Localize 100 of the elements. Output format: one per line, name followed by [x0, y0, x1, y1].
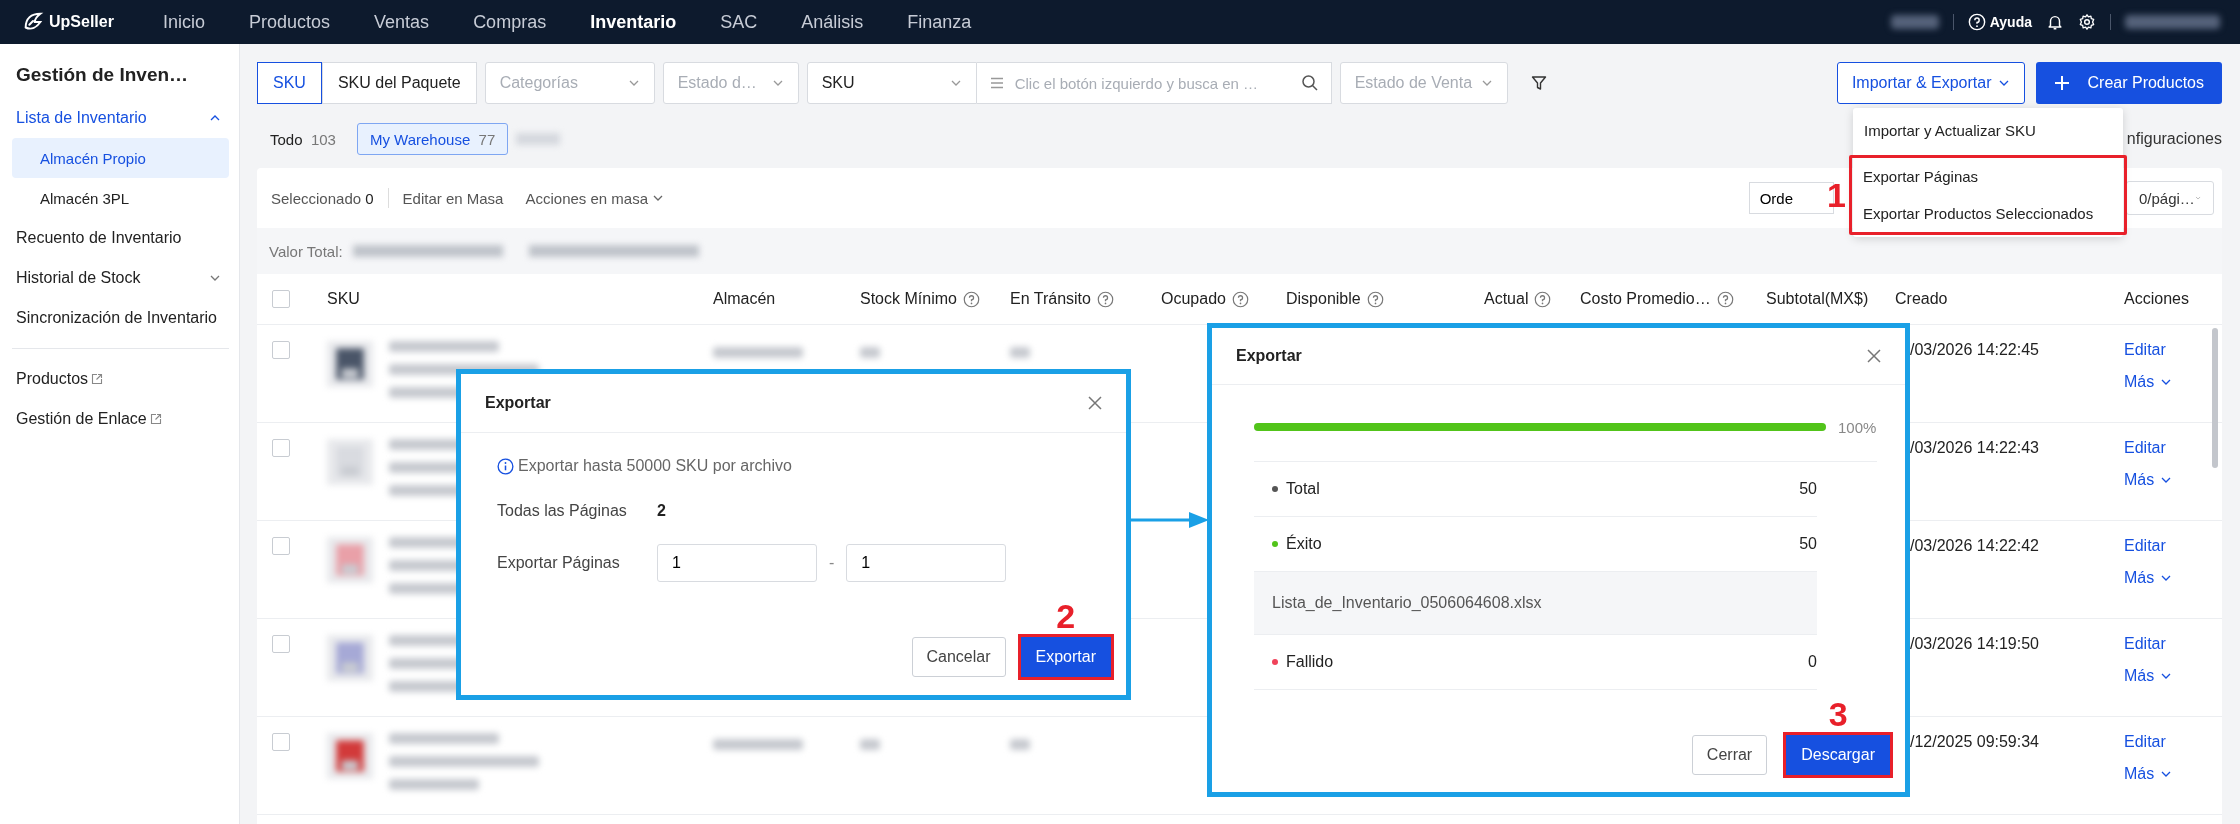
sidebar-subitem[interactable]: Almacén Propio — [12, 138, 229, 178]
scrollbar[interactable] — [2212, 328, 2218, 468]
edit-link[interactable]: Editar — [2124, 733, 2166, 751]
settings-icon[interactable] — [2078, 13, 2096, 31]
stat-value: 50 — [1799, 480, 1817, 498]
nav-tab[interactable]: Productos — [249, 11, 331, 33]
nav-tab[interactable]: Análisis — [801, 11, 864, 33]
checkbox[interactable] — [272, 537, 290, 555]
total-value-label: Valor Total: — [269, 242, 343, 260]
external-link-icon — [91, 373, 104, 385]
blurred-text — [516, 133, 561, 145]
import-export-button[interactable]: Importar & Exportar — [1836, 62, 2025, 104]
column-header: Acciones — [2124, 290, 2189, 308]
blurred-text — [1010, 739, 1030, 750]
dropdown-select[interactable]: SKU — [806, 62, 977, 104]
warehouse-tab[interactable]: My Warehouse 77 — [356, 123, 509, 155]
segment-tab[interactable]: SKU del Paquete — [321, 62, 477, 104]
bulk-edit-link[interactable]: Editar en Masa — [402, 189, 504, 207]
bell-icon[interactable] — [2046, 13, 2064, 31]
input-field[interactable]: 1 — [846, 544, 1007, 582]
menu-item[interactable]: Exportar Páginas — [1852, 158, 2124, 195]
search-field[interactable]: Clic el botón izquierdo y busca en … — [976, 62, 1332, 104]
close-icon[interactable] — [1867, 349, 1881, 363]
stat-value: 50 — [1799, 535, 1817, 553]
nav-tab[interactable]: SAC — [720, 11, 758, 33]
edit-link[interactable]: Editar — [2124, 635, 2166, 653]
column-header: Costo Promedio… — [1580, 290, 1711, 308]
list-icon — [988, 75, 1005, 91]
nav-tab[interactable]: Finanza — [907, 11, 972, 33]
export-button[interactable]: Exportar — [1020, 637, 1111, 677]
created-date: /03/2026 14:22:43 — [1910, 439, 2039, 457]
nav-tab[interactable]: Inicio — [163, 11, 206, 33]
cancel-button[interactable]: Cancelar — [911, 637, 1006, 677]
column-header: Disponible — [1286, 290, 1361, 308]
more-link[interactable]: Más — [2124, 765, 2173, 783]
dialog-title: Exportar — [485, 394, 551, 412]
settings-link[interactable]: nfiguraciones — [2126, 130, 2222, 148]
column-header: Stock Mínimo — [860, 290, 957, 308]
nav-tab[interactable]: Ventas — [374, 11, 430, 33]
column-header: Ocupado — [1161, 290, 1226, 308]
more-link[interactable]: Más — [2124, 471, 2173, 489]
close-icon[interactable] — [1088, 396, 1102, 410]
create-products-button[interactable]: Crear Productos — [2035, 62, 2222, 104]
checkbox[interactable] — [272, 290, 290, 308]
blurred-text — [1010, 347, 1030, 358]
sidebar-item[interactable]: Productos — [12, 359, 229, 399]
column-header: Subtotal(MX$) — [1766, 290, 1869, 308]
total-pages-value: 2 — [657, 502, 666, 520]
input-field[interactable]: 1 — [657, 544, 817, 582]
menu-item[interactable]: Exportar Productos Seleccionados — [1852, 195, 2124, 232]
download-button[interactable]: Descargar — [1786, 735, 1890, 775]
field-label: Exportar Páginas — [497, 554, 621, 572]
stat-label: Total — [1286, 480, 1320, 498]
step-number: 2 — [1056, 599, 1076, 633]
selected-count: Seleccionado 0 — [271, 189, 374, 207]
step-number: 3 — [1828, 697, 1848, 731]
bulk-actions-dropdown[interactable]: Acciones en masa — [525, 189, 665, 207]
blurred-text — [860, 739, 880, 750]
created-date: /12/2025 09:59:34 — [1910, 733, 2039, 751]
search-icon[interactable] — [1300, 74, 1319, 92]
sidebar-item[interactable]: Recuento de Inventario — [12, 218, 229, 258]
help-link[interactable]: Ayuda — [1967, 13, 2032, 31]
menu-item[interactable]: Importar y Actualizar SKU — [1853, 112, 2123, 149]
checkbox[interactable] — [272, 341, 290, 359]
progress-percent: 100% — [1838, 418, 1877, 436]
sidebar-item[interactable]: Gestión de Enlace — [12, 399, 229, 439]
range-separator: - — [829, 554, 835, 572]
blurred-text — [1890, 15, 1939, 29]
file-name: Lista_de_Inventario_0506064608.xlsx — [1272, 594, 1542, 612]
nav-tab[interactable]: Inventario — [590, 11, 677, 33]
sidebar-subitem[interactable]: Almacén 3PL — [12, 178, 229, 218]
more-link[interactable]: Más — [2124, 569, 2173, 587]
search-input[interactable]: Clic el botón izquierdo y busca en … — [1012, 73, 1293, 93]
logo-icon — [22, 11, 44, 33]
more-link[interactable]: Más — [2124, 373, 2173, 391]
column-header: Actual — [1484, 290, 1529, 308]
checkbox[interactable] — [272, 635, 290, 653]
logo-text: UpSeller — [49, 13, 114, 31]
stat-label: Éxito — [1286, 535, 1322, 553]
segment-tab[interactable]: SKU — [257, 62, 322, 104]
edit-link[interactable]: Editar — [2124, 439, 2166, 457]
plus-icon — [2053, 75, 2070, 91]
more-link[interactable]: Más — [2124, 667, 2173, 685]
field-label: Todas las Páginas — [497, 502, 628, 520]
warehouse-tab[interactable]: Todo 103 — [257, 123, 349, 155]
nav-tab[interactable]: Compras — [473, 11, 547, 33]
edit-link[interactable]: Editar — [2124, 537, 2166, 555]
sidebar-item[interactable]: Lista de Inventario — [12, 98, 229, 138]
page-size-select[interactable]: 0/pági… — [2126, 181, 2214, 215]
created-date: /03/2026 14:22:42 — [1910, 537, 2039, 555]
created-date: /03/2026 14:19:50 — [1910, 635, 2039, 653]
edit-link[interactable]: Editar — [2124, 341, 2166, 359]
checkbox[interactable] — [272, 439, 290, 457]
filter-icon[interactable] — [1529, 74, 1548, 92]
sidebar-item[interactable]: Historial de Stock — [12, 258, 229, 298]
blurred-text — [860, 347, 880, 358]
created-date: /03/2026 14:22:45 — [1910, 341, 2039, 359]
close-button[interactable]: Cerrar — [1691, 735, 1768, 775]
checkbox[interactable] — [272, 733, 290, 751]
sidebar-item[interactable]: Sincronización de Inventario — [12, 298, 229, 338]
